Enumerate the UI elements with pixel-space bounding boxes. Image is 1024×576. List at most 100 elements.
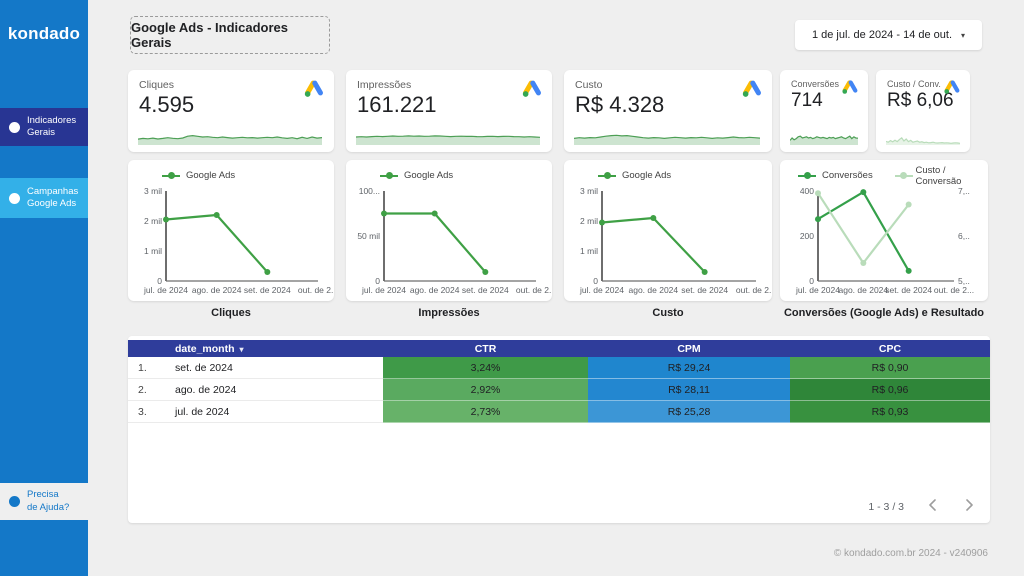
date-range-value: 1 de jul. de 2024 - 14 de out. [812, 29, 952, 41]
legend-label: Conversões [822, 170, 873, 181]
bullet-icon [9, 496, 20, 507]
legend-line-dot-icon [798, 172, 816, 179]
kpi-value: 161.221 [357, 92, 541, 118]
cpm-cell: R$ 28,11 [588, 379, 790, 401]
cpm-cell: R$ 29,24 [588, 357, 790, 379]
chart-legend: Google Ads [162, 168, 326, 183]
sidebar-item-label: Indicadores Gerais [27, 115, 76, 140]
bullet-icon [9, 122, 20, 133]
svg-text:7,..: 7,.. [958, 186, 970, 196]
caret-down-icon: ▾ [961, 31, 965, 40]
sparkline-chart [138, 129, 322, 145]
svg-text:3 mil: 3 mil [580, 186, 598, 196]
svg-text:set. de 2024: set. de 2024 [885, 285, 932, 295]
chevron-left-icon [928, 499, 937, 511]
sparkline-chart [886, 131, 960, 145]
table-row: 3. jul. de 2024 2,73% R$ 25,28 R$ 0,93 [128, 401, 990, 423]
column-header-cpc[interactable]: CPC [790, 343, 990, 355]
legend-line-dot-icon [598, 172, 616, 179]
svg-text:200: 200 [800, 231, 814, 241]
kpi-card-cliques: Cliques 4.595 [128, 70, 334, 152]
table-pagination: 1 - 3 / 3 [868, 497, 978, 516]
ctr-cell: 2,92% [383, 379, 588, 401]
svg-text:out. de 2...: out. de 2... [516, 285, 552, 295]
sidebar-item-label: Campanhas Google Ads [27, 186, 78, 211]
next-page-button[interactable] [961, 497, 978, 516]
legend-label: Google Ads [622, 170, 671, 181]
svg-text:400: 400 [800, 186, 814, 196]
column-header-cpm[interactable]: CPM [588, 343, 790, 355]
svg-text:6,..: 6,.. [958, 231, 970, 241]
kpi-label: Impressões [357, 79, 541, 91]
svg-text:jul. de 2024: jul. de 2024 [143, 285, 188, 295]
svg-text:set. de 2024: set. de 2024 [244, 285, 291, 295]
date-month-cell: jul. de 2024 [165, 401, 383, 423]
google-ads-icon [841, 78, 859, 95]
date-month-cell: ago. de 2024 [165, 379, 383, 401]
google-ads-icon [303, 78, 325, 98]
google-ads-icon [943, 78, 961, 95]
svg-text:ago. de 2024: ago. de 2024 [629, 285, 679, 295]
data-table-card: date_month▾ CTR CPM CPC 1. set. de 2024 … [128, 336, 990, 523]
kpi-value: 4.595 [139, 92, 323, 118]
svg-text:ago. de 2024: ago. de 2024 [839, 285, 889, 295]
custo-line-chart: 3 mil2 mil1 mil0jul. de 2024ago. de 2024… [572, 185, 764, 297]
google-ads-icon [741, 78, 763, 98]
chart-card-custo: Google Ads 3 mil2 mil1 mil0jul. de 2024a… [564, 160, 772, 301]
chart-title-custo: Custo [564, 307, 772, 319]
cpc-cell: R$ 0,96 [790, 379, 990, 401]
svg-text:ago. de 2024: ago. de 2024 [192, 285, 242, 295]
chart-legend: Google Ads [598, 168, 764, 183]
chart-legend: Google Ads [380, 168, 544, 183]
svg-text:out. de 2...: out. de 2... [934, 285, 974, 295]
sidebar: kondado Indicadores Gerais Campanhas Goo… [0, 0, 88, 576]
chart-title-conversoes-resultado: Conversões (Google Ads) e Resultado [780, 307, 988, 319]
date-month-cell: set. de 2024 [165, 357, 383, 379]
svg-text:2 mil: 2 mil [580, 216, 598, 226]
svg-text:ago. de 2024: ago. de 2024 [410, 285, 460, 295]
conversoes-resultado-line-chart: 40020007,..6,..5,..jul. de 2024ago. de 2… [788, 185, 980, 297]
chart-card-cliques: Google Ads 3 mil2 mil1 mil0jul. de 2024a… [128, 160, 334, 301]
svg-text:3 mil: 3 mil [144, 186, 162, 196]
sidebar-item-indicadores-gerais[interactable]: Indicadores Gerais [0, 108, 88, 146]
copyright-text: © kondado.com.br 2024 - v240906 [834, 548, 988, 559]
row-number: 2. [128, 379, 165, 401]
svg-text:jul. de 2024: jul. de 2024 [361, 285, 406, 295]
sort-descending-icon: ▾ [240, 345, 244, 354]
cpc-cell: R$ 0,90 [790, 357, 990, 379]
date-range-selector[interactable]: 1 de jul. de 2024 - 14 de out. ▾ [795, 20, 982, 50]
sidebar-item-campanhas-google-ads[interactable]: Campanhas Google Ads [0, 178, 88, 218]
cliques-line-chart: 3 mil2 mil1 mil0jul. de 2024ago. de 2024… [136, 185, 326, 297]
kpi-card-impressoes: Impressões 161.221 [346, 70, 552, 152]
page-title: Google Ads - Indicadores Gerais [130, 16, 330, 54]
kpi-value: R$ 4.328 [575, 92, 761, 118]
table-row: 1. set. de 2024 3,24% R$ 29,24 R$ 0,90 [128, 357, 990, 379]
chart-title-impressoes: Impressões [346, 307, 552, 319]
chart-card-conversoes-resultado: Conversões Custo / Conversão 40020007,..… [780, 160, 988, 301]
kpi-card-conversoes: Conversões 714 [780, 70, 868, 152]
kpi-label: Cliques [139, 79, 323, 91]
sidebar-item-label: Precisa de Ajuda? [27, 489, 69, 514]
legend-label: Google Ads [186, 170, 235, 181]
svg-text:1 mil: 1 mil [580, 246, 598, 256]
kpi-card-custo-conv: Custo / Conv. R$ 6,06 [876, 70, 970, 152]
chart-title-cliques: Cliques [128, 307, 334, 319]
chart-legend: Conversões Custo / Conversão [798, 168, 980, 183]
chart-card-impressoes: Google Ads 100...50 mil0jul. de 2024ago.… [346, 160, 552, 301]
chevron-right-icon [965, 499, 974, 511]
row-number: 3. [128, 401, 165, 423]
svg-text:jul. de 2024: jul. de 2024 [795, 285, 840, 295]
column-header-ctr[interactable]: CTR [383, 343, 588, 355]
column-header-date-month[interactable]: date_month▾ [165, 343, 383, 355]
impressoes-line-chart: 100...50 mil0jul. de 2024ago. de 2024set… [354, 185, 544, 297]
google-ads-icon [521, 78, 543, 98]
svg-text:set. de 2024: set. de 2024 [462, 285, 509, 295]
prev-page-button[interactable] [924, 497, 941, 516]
sidebar-item-help[interactable]: Precisa de Ajuda? [0, 483, 88, 520]
dashboard: kondado Indicadores Gerais Campanhas Goo… [0, 0, 1024, 576]
row-number: 1. [128, 357, 165, 379]
kpi-label: Custo [575, 79, 761, 91]
svg-text:2 mil: 2 mil [144, 216, 162, 226]
svg-text:jul. de 2024: jul. de 2024 [579, 285, 624, 295]
kpi-card-custo: Custo R$ 4.328 [564, 70, 772, 152]
